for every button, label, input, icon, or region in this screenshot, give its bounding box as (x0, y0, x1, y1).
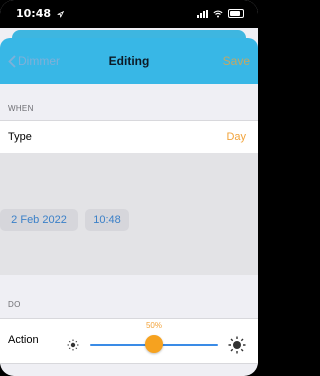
wifi-icon (213, 10, 223, 17)
when-section-header: WHEN (8, 104, 34, 113)
status-time: 10:48 (16, 7, 65, 20)
action-label: Action (8, 334, 39, 346)
navigation-bar: Dimmer Editing Save (0, 38, 258, 84)
sun-small-icon (67, 339, 79, 351)
status-time-text: 10:48 (16, 7, 52, 20)
save-button[interactable]: Save (223, 54, 250, 68)
type-value: Day (226, 131, 246, 143)
battery-icon (228, 9, 244, 18)
do-section-header: DO (8, 300, 21, 309)
status-icons (197, 9, 244, 18)
sun-large-icon (228, 336, 246, 354)
type-row[interactable]: Type Day (0, 120, 258, 154)
date-picker-button[interactable]: 2 Feb 2022 (0, 209, 78, 231)
brightness-slider-thumb[interactable] (145, 335, 163, 353)
screen: 10:48 Dimmer Editing Save WHEN Type Day … (0, 0, 258, 376)
status-bar: 10:48 (0, 0, 258, 28)
time-picker-button[interactable]: 10:48 (85, 209, 129, 231)
page-title: Editing (108, 54, 150, 68)
action-row: Action (0, 318, 258, 364)
brightness-percent: 50% (145, 321, 162, 330)
location-arrow-icon (57, 10, 65, 17)
type-label: Type (8, 131, 32, 143)
signal-icon (197, 9, 208, 18)
